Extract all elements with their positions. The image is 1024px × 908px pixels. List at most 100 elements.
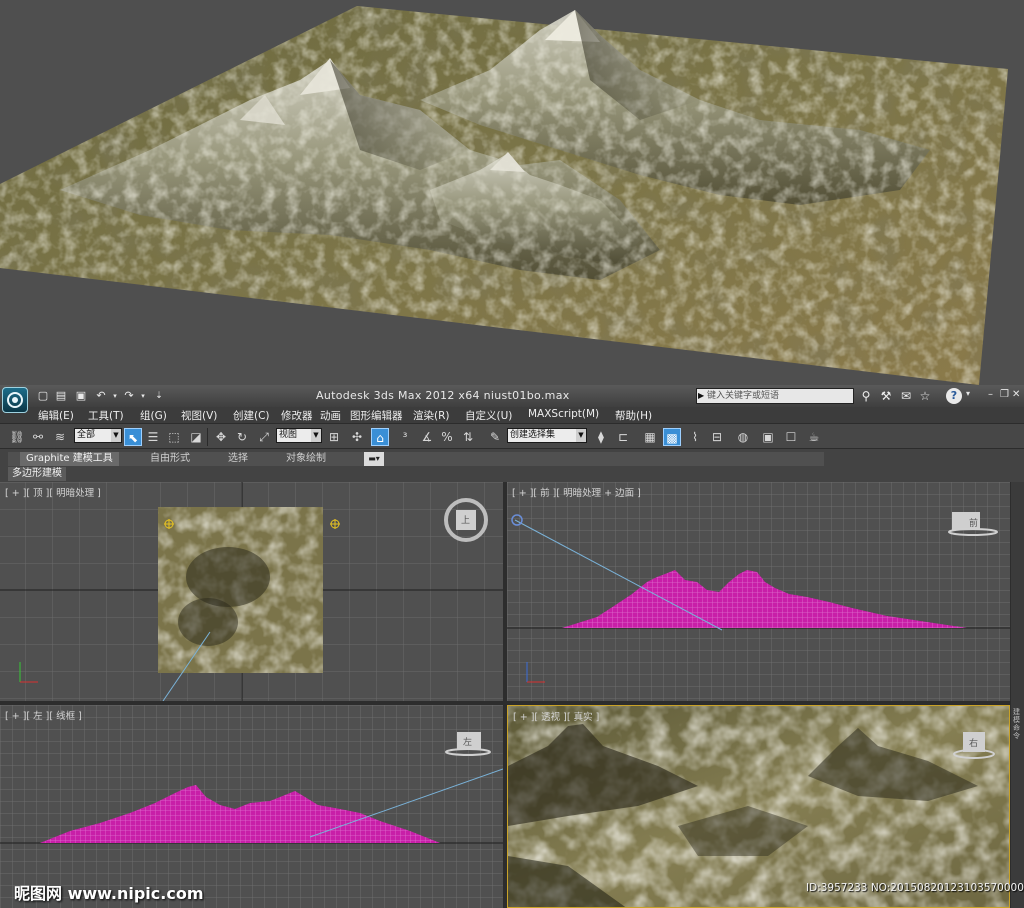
spinner-snap-icon[interactable]: ⇅	[459, 428, 477, 446]
watermark-site: 昵图网 www.nipic.com	[14, 884, 204, 903]
chevron-down-icon: ▼	[576, 429, 586, 442]
selection-filter-value: 全部	[77, 430, 96, 440]
menu-group[interactable]: 组(G)	[140, 408, 167, 423]
viewport-top[interactable]: [ + ][ 顶 ][ 明暗处理 ] 上	[0, 482, 503, 701]
command-panel-collapsed[interactable]	[1011, 482, 1024, 908]
window-title: Autodesk 3ds Max 2012 x64 niust01bo.max	[316, 389, 570, 402]
ribbon-minimize-dropdown-icon[interactable]: ▬▾	[364, 452, 384, 466]
render-production-icon[interactable]: ☕	[805, 428, 823, 446]
minimize-window-icon[interactable]: –	[988, 389, 993, 400]
mirror-icon[interactable]: ⧫	[592, 428, 610, 446]
select-and-link-icon[interactable]: ⛓	[8, 428, 26, 446]
undo-dropdown-icon[interactable]: ▾	[108, 389, 122, 403]
viewcube-left-face[interactable]: 左	[463, 735, 472, 748]
viewport-left[interactable]: [ + ][ 左 ][ 线框 ] 左	[0, 705, 503, 908]
select-and-move-icon[interactable]: ✥	[212, 428, 230, 446]
main-toolbar: ⛓ ⚯ ≋ 全部 ▼ ⬉ ☰ ⬚ ◪ ✥ ↻ ⤢ 视图 ▼ ⊞ ✣ ⌂ ³ ∡ …	[0, 423, 1024, 449]
menu-bar: 编辑(E) 工具(T) 组(G) 视图(V) 创建(C) 修改器 动画 图形编辑…	[0, 407, 1024, 423]
help-dropdown-icon[interactable]: ▾	[966, 389, 970, 398]
rectangular-selection-icon[interactable]: ⬚	[165, 428, 183, 446]
favorites-star-icon[interactable]: ☆	[917, 388, 933, 404]
menu-help[interactable]: 帮助(H)	[615, 408, 652, 423]
menu-rendering[interactable]: 渲染(R)	[413, 408, 450, 423]
material-editor-icon[interactable]: ◍	[734, 428, 752, 446]
application-menu-button[interactable]	[2, 387, 28, 413]
tab-graphite-modeling-tools[interactable]: Graphite 建模工具	[20, 452, 119, 466]
binoculars-icon[interactable]: ⚲	[858, 388, 874, 404]
menu-animation[interactable]: 动画	[320, 408, 341, 423]
use-pivot-center-icon[interactable]: ⊞	[325, 428, 343, 446]
schematic-view-icon[interactable]: ⊟	[708, 428, 726, 446]
open-file-icon[interactable]: ▤	[54, 389, 68, 403]
menu-modifiers[interactable]: 修改器	[281, 408, 313, 423]
align-icon[interactable]: ⊏	[614, 428, 632, 446]
restore-window-icon[interactable]: ❐	[1000, 389, 1009, 400]
terrain-render-image	[0, 0, 1024, 385]
communication-center-icon[interactable]: ✉	[898, 388, 914, 404]
named-selection-set-dropdown[interactable]: 创建选择集 ▼	[507, 428, 587, 443]
keyboard-shortcut-override-icon[interactable]: ⌂	[371, 428, 389, 446]
ribbon-panel-polygon-modeling[interactable]: 多边形建模	[8, 467, 66, 481]
redo-icon[interactable]: ↷	[122, 389, 136, 403]
close-window-icon[interactable]: ✕	[1012, 389, 1020, 400]
menu-tools[interactable]: 工具(T)	[88, 408, 124, 423]
graphite-toggle-icon[interactable]: ▩	[663, 428, 681, 446]
reference-coordinate-dropdown[interactable]: 视图 ▼	[276, 428, 322, 443]
quick-access-dropdown-icon[interactable]: ⇣	[152, 389, 166, 403]
menu-views[interactable]: 视图(V)	[181, 408, 217, 423]
percent-snap-icon[interactable]: %	[438, 428, 456, 446]
ribbon: Graphite 建模工具 自由形式 选择 对象绘制 ▬▾ 多边形建模	[0, 449, 1024, 482]
viewport-perspective[interactable]: [ + ][ 透视 ][ 真实 ] 右	[507, 705, 1010, 908]
window-crossing-icon[interactable]: ◪	[187, 428, 205, 446]
edit-named-selection-icon[interactable]: ✎	[486, 428, 504, 446]
perspective-viewport-canvas	[508, 706, 1009, 907]
undo-icon[interactable]: ↶	[94, 389, 108, 403]
angle-snap-icon[interactable]: ∡	[418, 428, 436, 446]
curve-editor-icon[interactable]: ⌇	[686, 428, 704, 446]
viewport-front[interactable]: [ + ][ 前 ][ 明暗处理 + 边面 ] 前	[507, 482, 1010, 701]
viewport-top-label[interactable]: [ + ][ 顶 ][ 明暗处理 ]	[5, 485, 101, 499]
rendered-frame-window-icon[interactable]: ☐	[782, 428, 800, 446]
bind-to-space-warp-icon[interactable]: ≋	[51, 428, 69, 446]
viewcube-perspective-face[interactable]: 右	[969, 736, 978, 749]
tools-icon[interactable]: ⚒	[878, 388, 894, 404]
select-and-scale-icon[interactable]: ⤢	[255, 428, 273, 446]
menu-edit[interactable]: 编辑(E)	[38, 408, 74, 423]
search-expand-icon[interactable]: ▶	[698, 391, 704, 400]
unlink-selection-icon[interactable]: ⚯	[29, 428, 47, 446]
front-viewport-canvas	[507, 482, 1010, 701]
tab-selection[interactable]: 选择	[228, 452, 248, 466]
viewcube-front-face[interactable]: 前	[969, 516, 978, 529]
chevron-down-icon: ▼	[111, 429, 121, 442]
select-and-manipulate-icon[interactable]: ✣	[348, 428, 366, 446]
select-and-rotate-icon[interactable]: ↻	[233, 428, 251, 446]
top-viewport-canvas	[0, 482, 503, 701]
terrain-render	[0, 0, 1024, 385]
save-file-icon[interactable]: ▣	[74, 389, 88, 403]
viewport-perspective-label[interactable]: [ + ][ 透视 ][ 真实 ]	[513, 709, 599, 723]
ribbon-tab-bar: Graphite 建模工具 自由形式 选择 对象绘制 ▬▾	[8, 452, 824, 466]
viewport-front-label[interactable]: [ + ][ 前 ][ 明暗处理 + 边面 ]	[512, 485, 641, 499]
new-file-icon[interactable]: ▢	[36, 389, 50, 403]
max-logo-icon	[7, 392, 23, 408]
menu-maxscript[interactable]: MAXScript(M)	[528, 408, 599, 420]
tab-freeform[interactable]: 自由形式	[150, 452, 190, 466]
layer-manager-icon[interactable]: ▦	[641, 428, 659, 446]
redo-dropdown-icon[interactable]: ▾	[136, 389, 150, 403]
search-input[interactable]: 键入关键字或短语	[696, 388, 854, 404]
toolbar-divider	[207, 428, 208, 446]
viewport-left-label[interactable]: [ + ][ 左 ][ 线框 ]	[5, 708, 82, 722]
select-by-name-icon[interactable]: ☰	[144, 428, 162, 446]
menu-customize[interactable]: 自定义(U)	[465, 408, 512, 423]
menu-graph-editors[interactable]: 图形编辑器	[350, 408, 403, 423]
viewcube-top-face[interactable]: 上	[461, 513, 470, 526]
snaps-toggle-icon[interactable]: ³	[396, 428, 414, 446]
chevron-down-icon: ▼	[311, 429, 321, 442]
help-icon[interactable]: ?	[946, 388, 962, 404]
menu-create[interactable]: 创建(C)	[233, 408, 270, 423]
render-setup-icon[interactable]: ▣	[759, 428, 777, 446]
select-object-icon[interactable]: ⬉	[124, 428, 142, 446]
title-bar: ▢ ▤ ▣ ↶ ▾ ↷ ▾ ⇣ Autodesk 3ds Max 2012 x6…	[0, 385, 1024, 413]
selection-filter-dropdown[interactable]: 全部 ▼	[74, 428, 122, 443]
tab-object-paint[interactable]: 对象绘制	[286, 452, 326, 466]
